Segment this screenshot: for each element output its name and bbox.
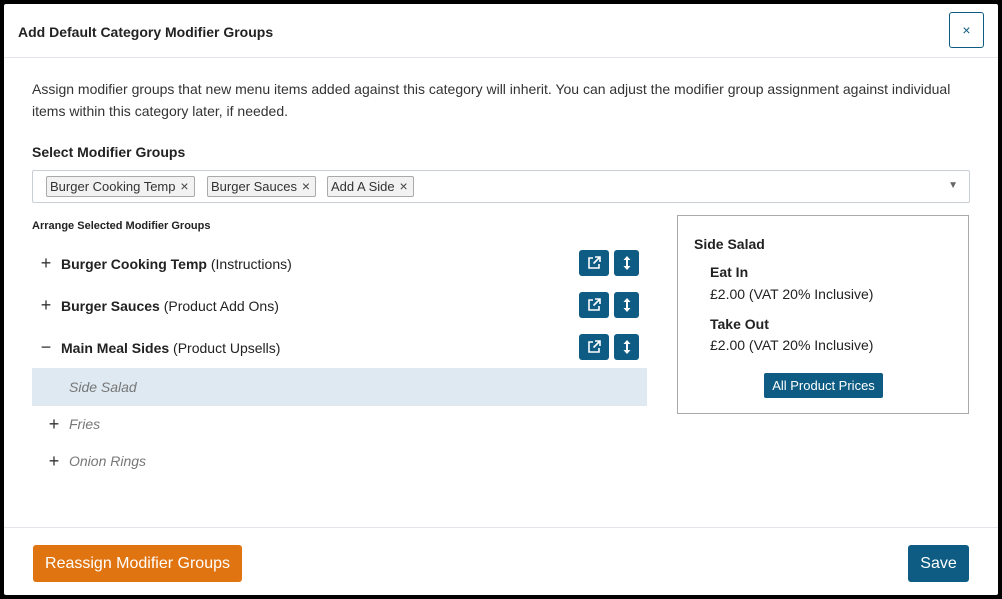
group-name: Burger Sauces (Product Add Ons)	[61, 298, 279, 314]
product-price-panel: Side Salad Eat In £2.00 (VAT 20% Inclusi…	[677, 215, 969, 414]
external-link-icon	[588, 340, 601, 353]
group-row-main-meal-sides: − Main Meal Sides (Product Upsells)	[32, 334, 646, 364]
item-row-fries[interactable]: + Fries	[32, 405, 647, 443]
price-value-eat-in: £2.00 (VAT 20% Inclusive)	[710, 286, 874, 302]
reorder-group-button[interactable]	[614, 334, 639, 360]
price-label-eat-in: Eat In	[710, 264, 749, 280]
expand-icon[interactable]: +	[38, 295, 54, 315]
modifier-groups-dialog: Add Default Category Modifier Groups × A…	[4, 4, 998, 595]
chip-label: Add A Side	[331, 179, 395, 194]
reorder-arrows-icon	[623, 340, 630, 354]
price-value-take-out: £2.00 (VAT 20% Inclusive)	[710, 337, 874, 353]
external-link-icon	[588, 256, 601, 269]
chip-label: Burger Sauces	[211, 179, 297, 194]
group-type: (Product Add Ons)	[163, 298, 279, 314]
expand-icon[interactable]: +	[46, 451, 62, 471]
group-title: Burger Cooking Temp	[61, 256, 207, 272]
item-name: Onion Rings	[69, 453, 147, 469]
chip-remove-icon[interactable]: ×	[176, 177, 194, 196]
reorder-group-button[interactable]	[614, 292, 639, 318]
group-name: Burger Cooking Temp (Instructions)	[61, 256, 292, 272]
group-type: (Product Upsells)	[173, 340, 281, 356]
all-product-prices-button[interactable]: All Product Prices	[764, 373, 883, 398]
dialog-header: Add Default Category Modifier Groups ×	[4, 4, 998, 58]
group-row-burger-sauces: + Burger Sauces (Product Add Ons)	[32, 292, 646, 322]
expand-icon[interactable]: +	[38, 253, 54, 273]
item-name: Side Salad	[69, 379, 137, 395]
price-label-take-out: Take Out	[710, 316, 769, 332]
dialog-title: Add Default Category Modifier Groups	[18, 24, 274, 40]
chip-label: Burger Cooking Temp	[50, 179, 176, 194]
select-modifier-groups-label: Select Modifier Groups	[32, 144, 186, 160]
open-group-button[interactable]	[579, 334, 609, 360]
reorder-arrows-icon	[623, 298, 630, 312]
reorder-arrows-icon	[623, 256, 630, 270]
chip-burger-cooking-temp: Burger Cooking Temp ×	[46, 176, 195, 197]
item-row-onion-rings[interactable]: + Onion Rings	[32, 442, 647, 480]
chip-burger-sauces: Burger Sauces ×	[207, 176, 316, 197]
chip-remove-icon[interactable]: ×	[297, 177, 315, 196]
reassign-modifier-groups-button[interactable]: Reassign Modifier Groups	[33, 545, 242, 582]
group-name: Main Meal Sides (Product Upsells)	[61, 340, 280, 356]
arrange-groups-label: Arrange Selected Modifier Groups	[32, 220, 211, 232]
chip-add-a-side: Add A Side ×	[327, 176, 414, 197]
item-name: Fries	[69, 416, 101, 432]
collapse-icon[interactable]: −	[38, 337, 54, 357]
modifier-groups-multiselect[interactable]: Burger Cooking Temp × Burger Sauces × Add …	[32, 170, 970, 203]
dialog-description: Assign modifier groups that new menu ite…	[32, 81, 951, 119]
chip-remove-icon[interactable]: ×	[395, 177, 413, 196]
reorder-group-button[interactable]	[614, 250, 639, 276]
close-button[interactable]: ×	[949, 12, 984, 48]
dialog-footer: Reassign Modifier Groups Save	[4, 527, 998, 595]
external-link-icon	[588, 298, 601, 311]
group-row-burger-cooking-temp: + Burger Cooking Temp (Instructions)	[32, 250, 646, 280]
expand-icon[interactable]: +	[46, 414, 62, 434]
group-type: (Instructions)	[210, 256, 292, 272]
save-button[interactable]: Save	[908, 545, 969, 582]
group-title: Burger Sauces	[61, 298, 160, 314]
dropdown-caret-icon[interactable]: ▼	[948, 180, 958, 191]
open-group-button[interactable]	[579, 250, 609, 276]
price-panel-title: Side Salad	[694, 236, 765, 252]
item-row-side-salad[interactable]: Side Salad	[32, 368, 647, 406]
open-group-button[interactable]	[579, 292, 609, 318]
group-title: Main Meal Sides	[61, 340, 170, 356]
